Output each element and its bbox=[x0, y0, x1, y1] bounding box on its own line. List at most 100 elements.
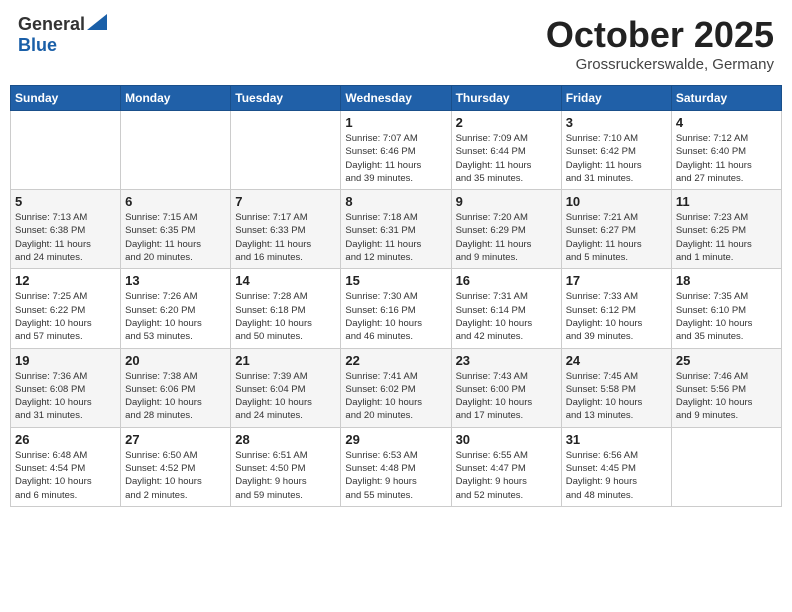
day-number: 26 bbox=[15, 432, 116, 447]
month-title: October 2025 bbox=[546, 14, 774, 56]
day-info: Sunrise: 7:21 AMSunset: 6:27 PMDaylight:… bbox=[566, 211, 667, 264]
day-info: Sunrise: 7:07 AMSunset: 6:46 PMDaylight:… bbox=[345, 132, 446, 185]
calendar-header-row: SundayMondayTuesdayWednesdayThursdayFrid… bbox=[11, 86, 782, 111]
calendar-cell: 26Sunrise: 6:48 AMSunset: 4:54 PMDayligh… bbox=[11, 427, 121, 506]
day-of-week-header: Sunday bbox=[11, 86, 121, 111]
day-info: Sunrise: 6:50 AMSunset: 4:52 PMDaylight:… bbox=[125, 449, 226, 502]
day-info: Sunrise: 7:33 AMSunset: 6:12 PMDaylight:… bbox=[566, 290, 667, 343]
day-number: 17 bbox=[566, 273, 667, 288]
calendar-table: SundayMondayTuesdayWednesdayThursdayFrid… bbox=[10, 85, 782, 507]
calendar-cell: 30 Sunrise: 6:55 AMSunset: 4:47 PMDayligh… bbox=[451, 427, 561, 506]
day-number: 27 bbox=[125, 432, 226, 447]
day-number: 20 bbox=[125, 353, 226, 368]
day-info: Sunrise: 7:20 AMSunset: 6:29 PMDaylight:… bbox=[456, 211, 557, 264]
day-info: Sunrise: 6:55 AMSunset: 4:47 PMDaylight:… bbox=[456, 449, 557, 502]
calendar-cell: 29 Sunrise: 6:53 AMSunset: 4:48 PMDayligh… bbox=[341, 427, 451, 506]
calendar-cell: 24 Sunrise: 7:45 AMSunset: 5:58 PMDayligh… bbox=[561, 348, 671, 427]
day-info: Sunrise: 7:13 AMSunset: 6:38 PMDaylight:… bbox=[15, 211, 116, 264]
calendar-cell: 20 Sunrise: 7:38 AMSunset: 6:06 PMDayligh… bbox=[121, 348, 231, 427]
day-number: 16 bbox=[456, 273, 557, 288]
day-info: Sunrise: 7:23 AMSunset: 6:25 PMDaylight:… bbox=[676, 211, 777, 264]
day-number: 23 bbox=[456, 353, 557, 368]
calendar-cell: 12Sunrise: 7:25 AMSunset: 6:22 PMDayligh… bbox=[11, 269, 121, 348]
day-number: 11 bbox=[676, 194, 777, 209]
calendar-cell: 16Sunrise: 7:31 AMSunset: 6:14 PMDayligh… bbox=[451, 269, 561, 348]
day-number: 10 bbox=[566, 194, 667, 209]
day-info: Sunrise: 7:35 AMSunset: 6:10 PMDaylight:… bbox=[676, 290, 777, 343]
day-number: 8 bbox=[345, 194, 446, 209]
day-number: 31 bbox=[566, 432, 667, 447]
calendar-cell: 13Sunrise: 7:26 AMSunset: 6:20 PMDayligh… bbox=[121, 269, 231, 348]
calendar-week-row: 19 Sunrise: 7:36 AMSunset: 6:08 PMDayligh… bbox=[11, 348, 782, 427]
calendar-cell bbox=[231, 111, 341, 190]
calendar-week-row: 12Sunrise: 7:25 AMSunset: 6:22 PMDayligh… bbox=[11, 269, 782, 348]
calendar-cell: 2 Sunrise: 7:09 AMSunset: 6:44 PMDaylight… bbox=[451, 111, 561, 190]
calendar-cell: 7Sunrise: 7:17 AMSunset: 6:33 PMDaylight… bbox=[231, 190, 341, 269]
calendar-cell: 27 Sunrise: 6:50 AMSunset: 4:52 PMDayligh… bbox=[121, 427, 231, 506]
day-number: 13 bbox=[125, 273, 226, 288]
day-number: 3 bbox=[566, 115, 667, 130]
day-info: Sunrise: 7:09 AMSunset: 6:44 PMDaylight:… bbox=[456, 132, 557, 185]
location-subtitle: Grossruckerswalde, Germany bbox=[546, 56, 774, 73]
calendar-cell: 31 Sunrise: 6:56 AMSunset: 4:45 PMDayligh… bbox=[561, 427, 671, 506]
day-number: 29 bbox=[345, 432, 446, 447]
day-number: 1 bbox=[345, 115, 446, 130]
day-of-week-header: Friday bbox=[561, 86, 671, 111]
calendar-cell bbox=[671, 427, 781, 506]
day-info: Sunrise: 7:15 AMSunset: 6:35 PMDaylight:… bbox=[125, 211, 226, 264]
calendar-cell bbox=[121, 111, 231, 190]
day-info: Sunrise: 7:28 AMSunset: 6:18 PMDaylight:… bbox=[235, 290, 336, 343]
calendar-cell: 5 Sunrise: 7:13 AMSunset: 6:38 PMDaylight… bbox=[11, 190, 121, 269]
logo-blue-text: Blue bbox=[18, 35, 57, 55]
logo-general-text: General bbox=[18, 14, 85, 35]
calendar-cell: 4 Sunrise: 7:12 AMSunset: 6:40 PMDaylight… bbox=[671, 111, 781, 190]
title-block: October 2025 Grossruckerswalde, Germany bbox=[546, 14, 774, 73]
day-info: Sunrise: 7:12 AMSunset: 6:40 PMDaylight:… bbox=[676, 132, 777, 185]
calendar-cell: 9 Sunrise: 7:20 AMSunset: 6:29 PMDaylight… bbox=[451, 190, 561, 269]
calendar-cell: 8Sunrise: 7:18 AMSunset: 6:31 PMDaylight… bbox=[341, 190, 451, 269]
calendar-week-row: 5 Sunrise: 7:13 AMSunset: 6:38 PMDaylight… bbox=[11, 190, 782, 269]
day-info: Sunrise: 7:38 AMSunset: 6:06 PMDaylight:… bbox=[125, 370, 226, 423]
day-info: Sunrise: 7:46 AMSunset: 5:56 PMDaylight:… bbox=[676, 370, 777, 423]
day-number: 7 bbox=[235, 194, 336, 209]
calendar-cell: 3 Sunrise: 7:10 AMSunset: 6:42 PMDaylight… bbox=[561, 111, 671, 190]
day-number: 28 bbox=[235, 432, 336, 447]
calendar-week-row: 1 Sunrise: 7:07 AMSunset: 6:46 PMDaylight… bbox=[11, 111, 782, 190]
day-number: 2 bbox=[456, 115, 557, 130]
day-number: 5 bbox=[15, 194, 116, 209]
day-number: 14 bbox=[235, 273, 336, 288]
calendar-cell: 21Sunrise: 7:39 AMSunset: 6:04 PMDayligh… bbox=[231, 348, 341, 427]
day-info: Sunrise: 7:45 AMSunset: 5:58 PMDaylight:… bbox=[566, 370, 667, 423]
day-number: 24 bbox=[566, 353, 667, 368]
calendar-cell: 17 Sunrise: 7:33 AMSunset: 6:12 PMDayligh… bbox=[561, 269, 671, 348]
day-of-week-header: Tuesday bbox=[231, 86, 341, 111]
calendar-cell: 25 Sunrise: 7:46 AMSunset: 5:56 PMDayligh… bbox=[671, 348, 781, 427]
calendar-cell: 22Sunrise: 7:41 AMSunset: 6:02 PMDayligh… bbox=[341, 348, 451, 427]
day-info: Sunrise: 6:53 AMSunset: 4:48 PMDaylight:… bbox=[345, 449, 446, 502]
day-number: 22 bbox=[345, 353, 446, 368]
day-number: 18 bbox=[676, 273, 777, 288]
calendar-cell: 6 Sunrise: 7:15 AMSunset: 6:35 PMDaylight… bbox=[121, 190, 231, 269]
day-of-week-header: Wednesday bbox=[341, 86, 451, 111]
day-number: 9 bbox=[456, 194, 557, 209]
day-info: Sunrise: 7:36 AMSunset: 6:08 PMDaylight:… bbox=[15, 370, 116, 423]
calendar-cell: 28 Sunrise: 6:51 AMSunset: 4:50 PMDayligh… bbox=[231, 427, 341, 506]
day-info: Sunrise: 7:39 AMSunset: 6:04 PMDaylight:… bbox=[235, 370, 336, 423]
page-header: General Blue October 2025 Grossruckerswa… bbox=[10, 10, 782, 77]
day-number: 19 bbox=[15, 353, 116, 368]
calendar-cell: 19 Sunrise: 7:36 AMSunset: 6:08 PMDayligh… bbox=[11, 348, 121, 427]
day-number: 25 bbox=[676, 353, 777, 368]
calendar-cell: 14 Sunrise: 7:28 AMSunset: 6:18 PMDayligh… bbox=[231, 269, 341, 348]
day-info: Sunrise: 6:51 AMSunset: 4:50 PMDaylight:… bbox=[235, 449, 336, 502]
day-info: Sunrise: 6:56 AMSunset: 4:45 PMDaylight:… bbox=[566, 449, 667, 502]
calendar-cell: 15Sunrise: 7:30 AMSunset: 6:16 PMDayligh… bbox=[341, 269, 451, 348]
day-number: 30 bbox=[456, 432, 557, 447]
calendar-cell: 1 Sunrise: 7:07 AMSunset: 6:46 PMDaylight… bbox=[341, 111, 451, 190]
day-number: 12 bbox=[15, 273, 116, 288]
day-info: Sunrise: 7:10 AMSunset: 6:42 PMDaylight:… bbox=[566, 132, 667, 185]
day-info: Sunrise: 7:43 AMSunset: 6:00 PMDaylight:… bbox=[456, 370, 557, 423]
day-number: 4 bbox=[676, 115, 777, 130]
day-number: 6 bbox=[125, 194, 226, 209]
calendar-cell: 10 Sunrise: 7:21 AMSunset: 6:27 PMDayligh… bbox=[561, 190, 671, 269]
day-of-week-header: Saturday bbox=[671, 86, 781, 111]
